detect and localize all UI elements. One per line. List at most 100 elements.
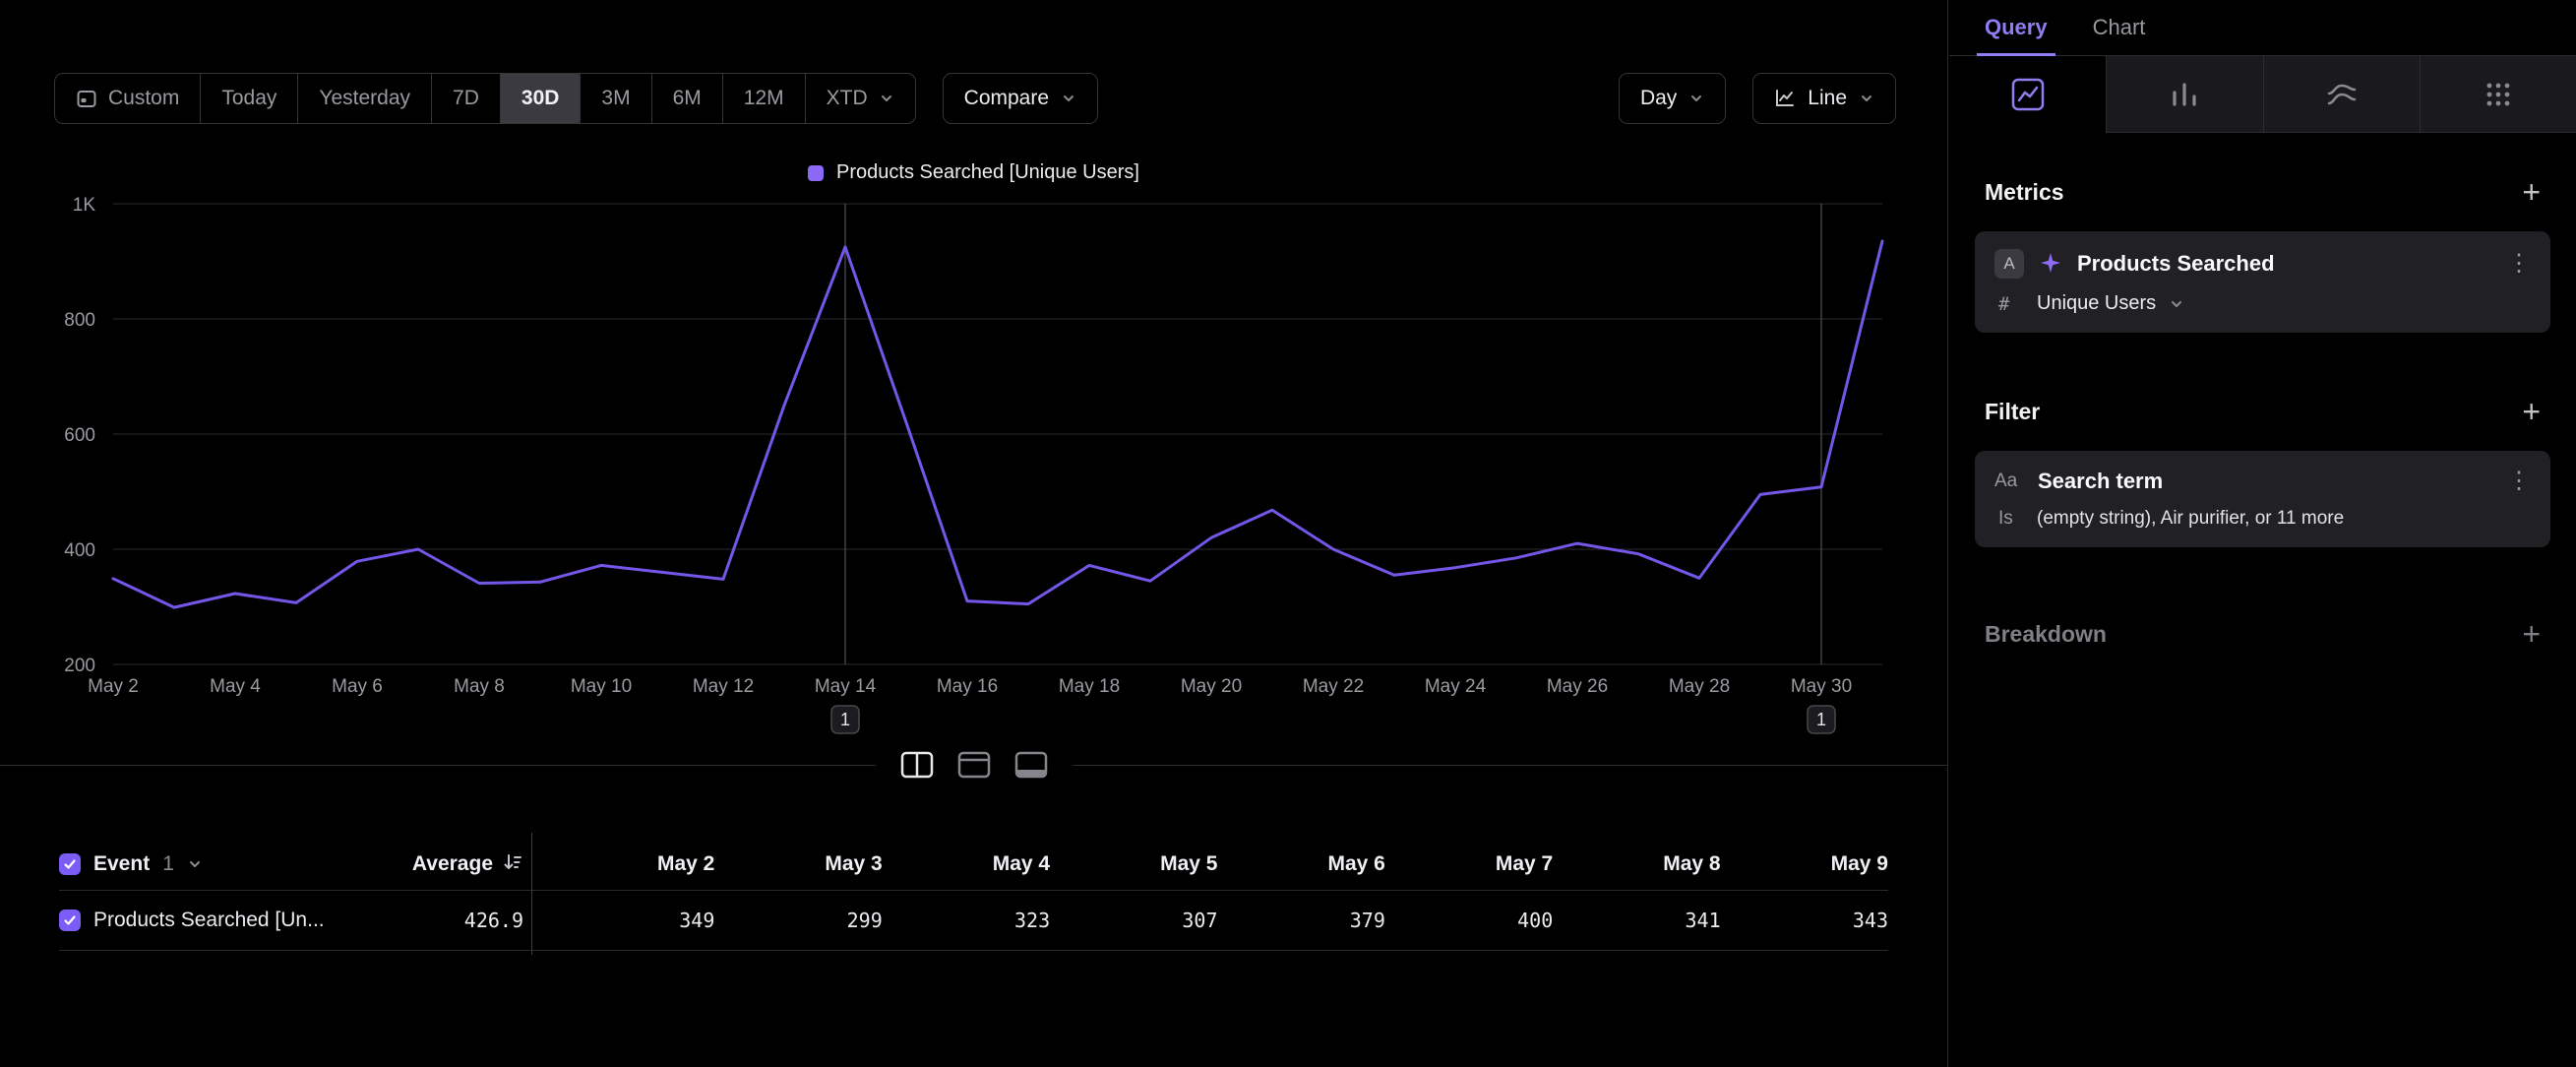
metrics-section: Metrics + A Products Searched ⋮ # Unique… bbox=[1975, 176, 2550, 333]
calendar-icon bbox=[76, 88, 97, 109]
table-row[interactable]: Products Searched [Un... 426.9 349 299 3… bbox=[59, 890, 1888, 951]
range-6m-button[interactable]: 6M bbox=[651, 74, 722, 123]
event-header[interactable]: Event 1 bbox=[59, 852, 394, 876]
check-icon bbox=[62, 856, 78, 872]
column-header-may3[interactable]: May 3 bbox=[714, 852, 882, 876]
compare-label: Compare bbox=[964, 87, 1049, 110]
value-may9: 343 bbox=[1721, 909, 1888, 932]
filter-value: (empty string), Air purifier, or 11 more bbox=[2037, 508, 2344, 530]
custom-range-button[interactable]: Custom bbox=[55, 74, 200, 123]
range-3m-button[interactable]: 3M bbox=[580, 74, 650, 123]
granularity-label: Day bbox=[1640, 87, 1677, 110]
filter-section: Filter + Aa Search term ⋮ Is (empty stri… bbox=[1975, 396, 2550, 547]
column-header-may2[interactable]: May 2 bbox=[547, 852, 714, 876]
column-header-may9[interactable]: May 9 bbox=[1721, 852, 1888, 876]
value-may6: 379 bbox=[1218, 909, 1385, 932]
svg-text:May 16: May 16 bbox=[937, 676, 998, 697]
line-chart: 2004006008001KMay 2May 4May 6May 8May 10… bbox=[0, 187, 1948, 744]
chart-toolbar: Custom Today Yesterday 7D 30D 3M 6M 12M … bbox=[54, 73, 1896, 124]
layout-split-button[interactable] bbox=[891, 742, 943, 787]
filter-property-name[interactable]: Search term bbox=[2038, 469, 2493, 494]
range-12m-button[interactable]: 12M bbox=[722, 74, 805, 123]
value-may2: 349 bbox=[547, 909, 714, 932]
range-yesterday-button[interactable]: Yesterday bbox=[297, 74, 431, 123]
svg-text:May 24: May 24 bbox=[1425, 676, 1487, 697]
tab-chart[interactable]: Chart bbox=[2093, 0, 2146, 55]
layout-chart-only-button[interactable] bbox=[949, 742, 1000, 787]
metric-card[interactable]: A Products Searched ⋮ # Unique Users bbox=[1975, 231, 2550, 333]
legend-label: Products Searched [Unique Users] bbox=[836, 161, 1139, 184]
svg-text:May 6: May 6 bbox=[332, 676, 383, 697]
column-header-may6[interactable]: May 6 bbox=[1218, 852, 1385, 876]
range-7d-button[interactable]: 7D bbox=[431, 74, 500, 123]
range-label: XTD bbox=[827, 87, 868, 110]
range-label: 3M bbox=[601, 87, 630, 110]
chart-type-bar-tab[interactable] bbox=[2106, 56, 2262, 133]
tab-label: Query bbox=[1985, 15, 2048, 40]
filter-heading: Filter bbox=[1985, 399, 2040, 425]
report-main-panel: Custom Today Yesterday 7D 30D 3M 6M 12M … bbox=[0, 0, 1948, 1067]
range-label: 30D bbox=[521, 87, 560, 110]
metric-menu-button[interactable]: ⋮ bbox=[2507, 252, 2531, 276]
event-column-label: Event bbox=[93, 852, 150, 876]
filter-condition[interactable]: Is (empty string), Air purifier, or 11 m… bbox=[1994, 508, 2531, 530]
svg-text:May 14: May 14 bbox=[815, 676, 877, 697]
svg-text:May 4: May 4 bbox=[210, 676, 261, 697]
chart-type-metric-tab[interactable] bbox=[2420, 56, 2576, 133]
add-metric-button[interactable]: + bbox=[2522, 176, 2541, 208]
aggregation-value: Unique Users bbox=[2037, 292, 2156, 315]
average-header[interactable]: Average bbox=[394, 851, 523, 878]
filter-card[interactable]: Aa Search term ⋮ Is (empty string), Air … bbox=[1975, 451, 2550, 547]
chart-type-label: Line bbox=[1808, 87, 1847, 110]
metrics-heading: Metrics bbox=[1985, 179, 2064, 206]
stacked-line-icon bbox=[2324, 77, 2360, 112]
select-all-checkbox[interactable] bbox=[59, 853, 81, 875]
table-header-row: Event 1 Average May 2 May 3 May 4 May 5 … bbox=[59, 839, 1888, 890]
filter-menu-button[interactable]: ⋮ bbox=[2507, 470, 2531, 493]
range-label: Today bbox=[221, 87, 276, 110]
granularity-dropdown[interactable]: Day bbox=[1619, 73, 1726, 124]
range-xtd-button[interactable]: XTD bbox=[805, 74, 915, 123]
layout-table-only-button[interactable] bbox=[1006, 742, 1057, 787]
aggregation-symbol: # bbox=[1998, 293, 2024, 315]
series-checkbox[interactable] bbox=[59, 910, 81, 931]
column-header-may7[interactable]: May 7 bbox=[1385, 852, 1553, 876]
value-may7: 400 bbox=[1385, 909, 1553, 932]
compare-button[interactable]: Compare bbox=[943, 73, 1098, 124]
column-header-may8[interactable]: May 8 bbox=[1553, 852, 1720, 876]
breakdown-heading: Breakdown bbox=[1985, 621, 2107, 648]
svg-text:1: 1 bbox=[840, 710, 850, 729]
chevron-down-icon bbox=[1688, 91, 1704, 106]
breakdown-table: Event 1 Average May 2 May 3 May 4 May 5 … bbox=[0, 839, 1947, 951]
add-filter-button[interactable]: + bbox=[2522, 396, 2541, 427]
filter-operator: Is bbox=[1998, 508, 2024, 530]
svg-text:May 18: May 18 bbox=[1059, 676, 1120, 697]
string-type-icon: Aa bbox=[1994, 471, 2024, 492]
chevron-down-icon bbox=[187, 856, 203, 872]
svg-text:May 22: May 22 bbox=[1303, 676, 1364, 697]
chevron-down-icon bbox=[1859, 91, 1874, 106]
range-today-button[interactable]: Today bbox=[200, 74, 297, 123]
column-header-may4[interactable]: May 4 bbox=[883, 852, 1050, 876]
tab-query[interactable]: Query bbox=[1985, 0, 2048, 55]
range-label: 12M bbox=[744, 87, 784, 110]
chart-type-dropdown[interactable]: Line bbox=[1752, 73, 1896, 124]
aggregation-selector[interactable]: # Unique Users bbox=[1994, 292, 2531, 315]
svg-text:400: 400 bbox=[64, 540, 95, 561]
layout-split-icon bbox=[900, 751, 934, 779]
layout-chart-only-icon bbox=[957, 751, 991, 779]
column-header-may5[interactable]: May 5 bbox=[1050, 852, 1217, 876]
svg-text:200: 200 bbox=[64, 656, 95, 676]
tab-label: Chart bbox=[2093, 15, 2146, 40]
event-sparkle-icon bbox=[2038, 251, 2063, 277]
range-30d-button[interactable]: 30D bbox=[500, 74, 581, 123]
series-name-cell[interactable]: Products Searched [Un... bbox=[59, 909, 394, 932]
add-breakdown-button[interactable]: + bbox=[2522, 618, 2541, 650]
metric-name[interactable]: Products Searched bbox=[2077, 251, 2493, 277]
svg-text:600: 600 bbox=[64, 425, 95, 446]
chart-type-stacked-tab[interactable] bbox=[2263, 56, 2420, 133]
custom-range-label: Custom bbox=[108, 87, 179, 110]
query-builder-sidebar: Query Chart Metrics + A Products bbox=[1949, 0, 2576, 1067]
chart-type-line-tab[interactable] bbox=[1949, 56, 2106, 133]
chart-legend[interactable]: Products Searched [Unique Users] bbox=[0, 161, 1947, 184]
